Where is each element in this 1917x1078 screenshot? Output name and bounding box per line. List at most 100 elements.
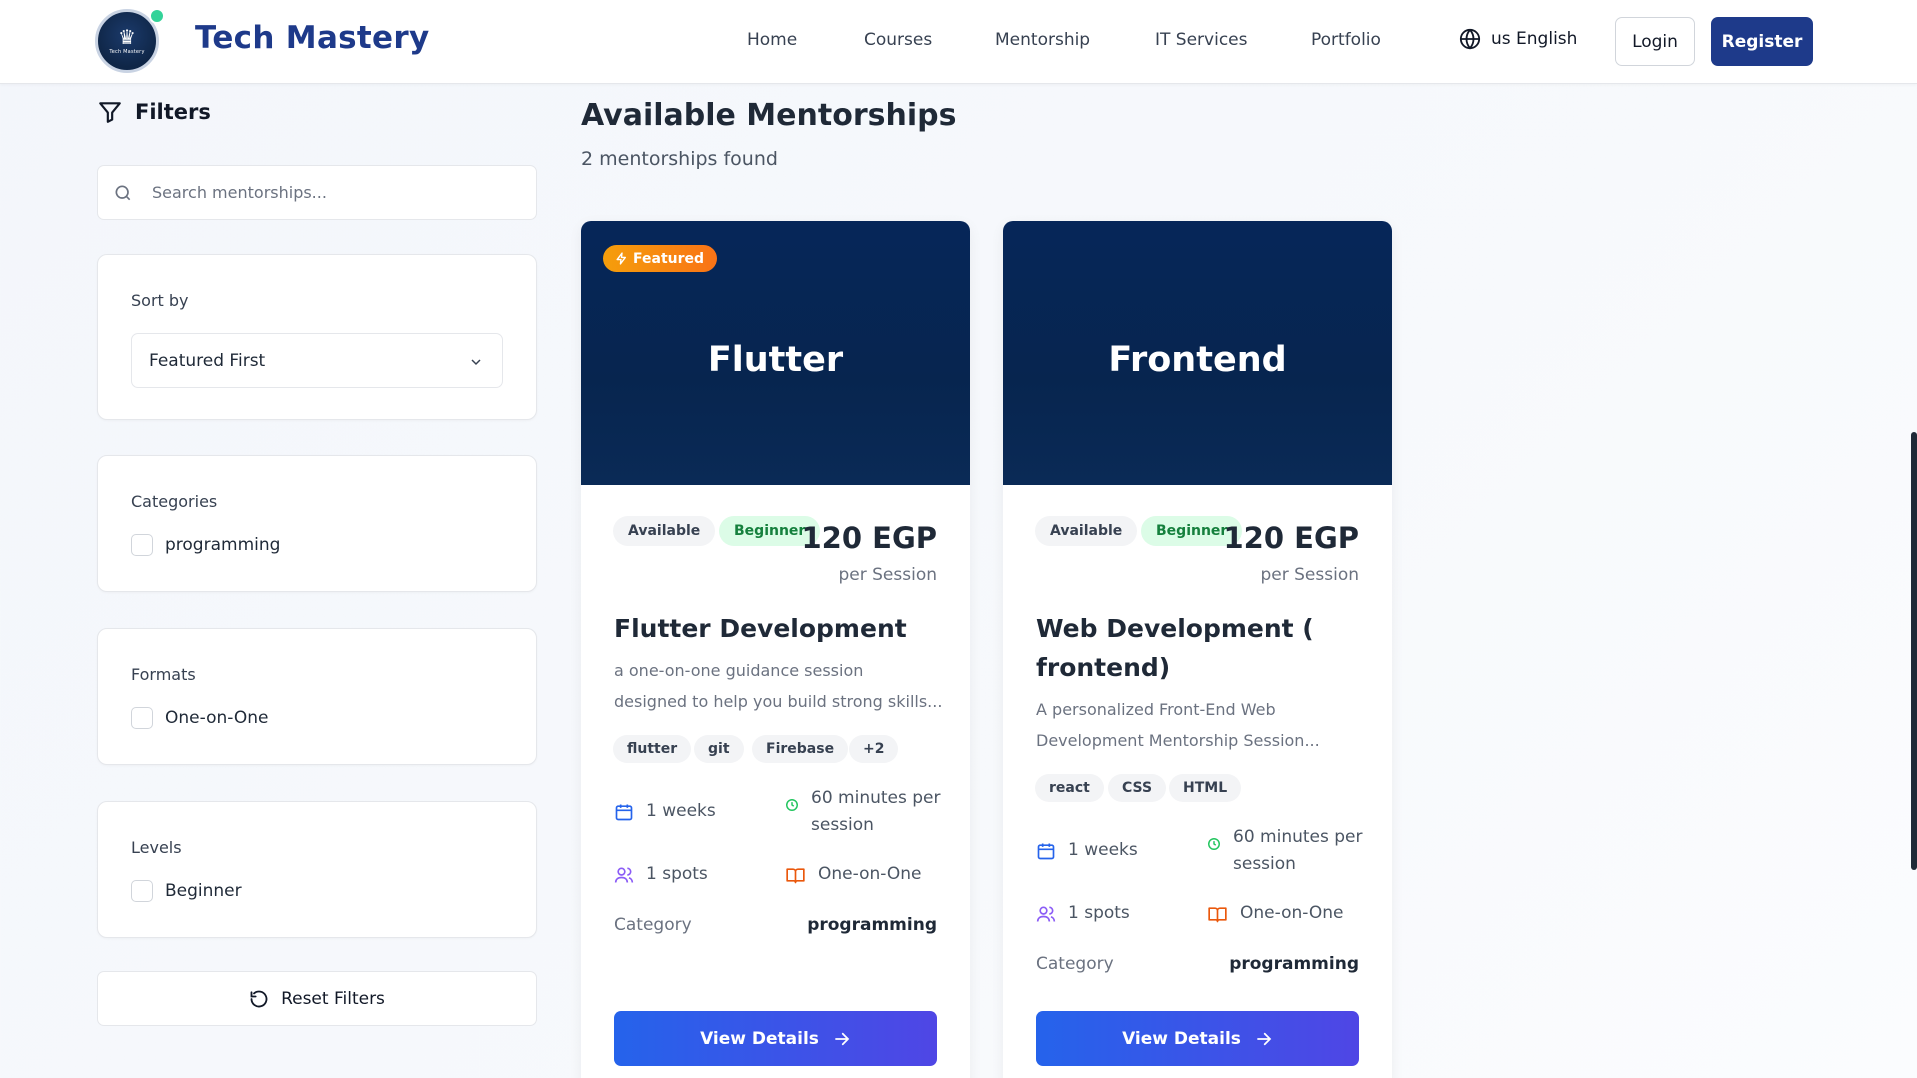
search-icon <box>115 185 131 201</box>
format-option-label: One-on-One <box>165 708 269 728</box>
session-length-text: 60 minutes per session <box>1233 824 1363 878</box>
users-icon <box>614 867 634 883</box>
duration: 1 weeks <box>614 798 716 825</box>
arrow-right-icon <box>1257 1032 1272 1045</box>
categories-panel: Categories programming <box>97 455 537 592</box>
skill-tag: Firebase <box>752 735 849 763</box>
sort-label: Sort by <box>131 291 189 310</box>
spots-value: 1 spots <box>646 864 708 884</box>
spots: 1 spots <box>1036 900 1130 927</box>
duration-value: 1 weeks <box>1068 840 1138 860</box>
levels-label: Levels <box>131 838 182 857</box>
skill-tag: CSS <box>1108 774 1167 802</box>
page-title: Available Mentorships <box>581 98 957 133</box>
category-checkbox[interactable] <box>131 534 153 556</box>
logo[interactable]: ♛ Tech Mastery <box>95 8 165 73</box>
page-scrollbar[interactable] <box>1911 432 1917 870</box>
card-hero: Featured Flutter <box>581 221 970 485</box>
users-icon <box>1036 906 1056 922</box>
status-badge: Available <box>1035 516 1138 546</box>
session-length: 60 minutes per session <box>1207 824 1363 878</box>
reset-label: Reset Filters <box>281 988 385 1009</box>
format-value: One-on-One <box>1240 903 1344 923</box>
lightning-icon <box>616 252 626 265</box>
description-line: A personalized Front-End Web <box>1036 700 1276 719</box>
price: 120 EGP <box>801 521 938 555</box>
skill-tag: react <box>1035 774 1104 802</box>
filters-heading: Filters <box>97 99 211 125</box>
featured-label: Featured <box>633 250 705 267</box>
login-button[interactable]: Login <box>1615 17 1695 66</box>
mentorship-card[interactable]: Frontend Available Beginner 120 EGP per … <box>1003 221 1392 1078</box>
sort-select[interactable]: Featured First <box>131 333 503 388</box>
session-line: 60 minutes per <box>811 788 941 808</box>
skill-tag: flutter <box>613 735 692 763</box>
search-input[interactable] <box>152 166 522 219</box>
language-selector[interactable]: us English <box>1459 28 1577 50</box>
title-line: frontend) <box>1036 653 1171 682</box>
register-button[interactable]: Register <box>1711 17 1813 66</box>
logo-text: Tech Mastery <box>109 49 145 55</box>
view-details-button[interactable]: View Details <box>1036 1011 1359 1066</box>
card-title[interactable]: Web Development ( frontend) <box>1036 609 1366 687</box>
price-unit: per Session <box>838 565 937 585</box>
view-details-button[interactable]: View Details <box>614 1011 937 1066</box>
arrow-right-icon <box>835 1032 850 1045</box>
category-label: Category <box>614 915 692 935</box>
search-box <box>97 165 537 220</box>
description-line: a one-on-one guidance session <box>614 661 864 680</box>
spots: 1 spots <box>614 861 708 888</box>
category-value: programming <box>1229 954 1359 974</box>
nav-it-services[interactable]: IT Services <box>1155 30 1248 50</box>
brand-name[interactable]: Tech Mastery <box>195 20 429 56</box>
card-title[interactable]: Flutter Development <box>614 609 944 648</box>
category-value: programming <box>807 915 937 935</box>
nav-portfolio[interactable]: Portfolio <box>1311 30 1381 50</box>
levels-panel: Levels Beginner <box>97 801 537 938</box>
clock-icon <box>1208 838 1220 850</box>
format-value: One-on-One <box>818 864 922 884</box>
session-length: 60 minutes per session <box>785 785 941 839</box>
reset-filters-button[interactable]: Reset Filters <box>97 971 537 1026</box>
level-checkbox[interactable] <box>131 880 153 902</box>
duration: 1 weeks <box>1036 837 1138 864</box>
category-option-label: programming <box>165 535 281 555</box>
level-option-label: Beginner <box>165 881 242 901</box>
format-checkbox[interactable] <box>131 707 153 729</box>
featured-badge: Featured <box>603 245 718 272</box>
book-icon <box>1208 907 1227 923</box>
nav-home[interactable]: Home <box>747 30 797 50</box>
formats-label: Formats <box>131 665 196 684</box>
filters-title: Filters <box>135 100 211 124</box>
category-option-programming[interactable]: programming <box>131 534 280 556</box>
nav-mentorship[interactable]: Mentorship <box>995 30 1090 50</box>
book-icon <box>786 868 805 884</box>
card-description: a one-on-one guidance session designed t… <box>614 655 944 717</box>
description-line: designed to help you build strong skills… <box>614 692 943 711</box>
calendar-icon <box>1037 843 1055 860</box>
calendar-icon <box>615 804 633 821</box>
language-label: us English <box>1491 29 1578 49</box>
view-details-label: View Details <box>700 1028 819 1049</box>
skill-tag: HTML <box>1169 774 1242 802</box>
nav-courses[interactable]: Courses <box>864 30 932 50</box>
format: One-on-One <box>1207 900 1343 927</box>
formats-panel: Formats One-on-One <box>97 628 537 765</box>
chevron-down-icon <box>471 359 481 366</box>
level-option-beginner[interactable]: Beginner <box>131 880 242 902</box>
price: 120 EGP <box>1223 521 1360 555</box>
format-option-one-on-one[interactable]: One-on-One <box>131 707 268 729</box>
card-hero-title: Flutter <box>707 340 844 380</box>
format: One-on-One <box>785 861 921 888</box>
description-line: Development Mentorship Session... <box>1036 731 1320 750</box>
filter-icon <box>99 102 121 123</box>
view-details-label: View Details <box>1122 1028 1241 1049</box>
duration-value: 1 weeks <box>646 801 716 821</box>
category-label: Category <box>1036 954 1114 974</box>
price-unit: per Session <box>1260 565 1359 585</box>
more-tags-badge: +2 <box>849 735 899 763</box>
globe-icon <box>1459 28 1481 50</box>
top-header: ♛ Tech Mastery Tech Mastery Home Courses… <box>0 0 1917 84</box>
card-description: A personalized Front-End Web Development… <box>1036 694 1366 756</box>
mentorship-card[interactable]: Featured Flutter Available Beginner 120 … <box>581 221 970 1078</box>
